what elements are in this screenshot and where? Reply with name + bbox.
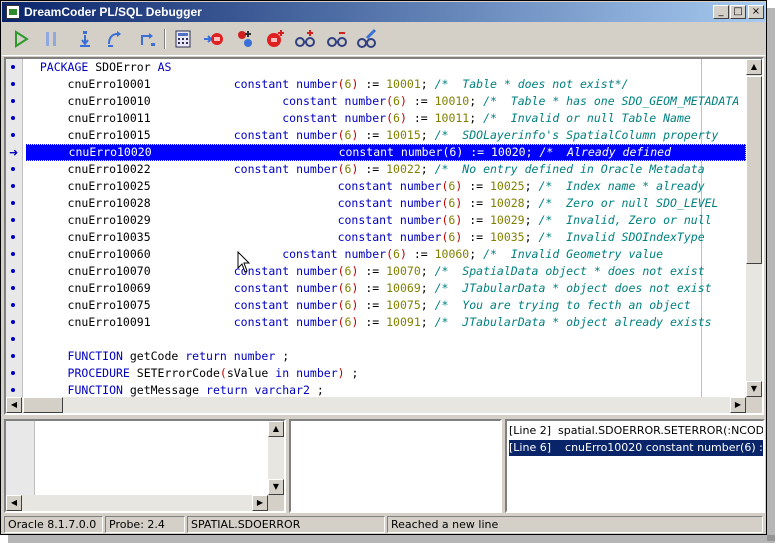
maximize-button[interactable]: □ [730, 5, 746, 19]
watch-pane[interactable] [289, 419, 502, 513]
minimize-button[interactable]: _ [713, 5, 729, 19]
call-stack-pane[interactable]: [Line 2] spatial.SDOERROR.SETERROR(:NCOD… [505, 419, 765, 513]
executable-line-dot[interactable] [11, 65, 15, 69]
variables-hscroll[interactable]: ◀ ▶ [6, 495, 268, 511]
executable-line-dot[interactable] [11, 252, 15, 256]
executable-line-dot[interactable] [11, 167, 15, 171]
scroll-up-button[interactable]: ▲ [746, 59, 762, 75]
code-line[interactable]: PACKAGE SDOError AS [26, 59, 172, 76]
title-bar: DreamCoder PL/SQL Debugger _ □ × [2, 2, 765, 22]
status-bar: Oracle 8.1.7.0.0 Probe: 2.4 SPATIAL.SDOE… [2, 515, 765, 534]
code-line[interactable]: cnuErro10015 constant number(6) := 10015… [26, 127, 719, 144]
executable-line-dot[interactable] [11, 218, 15, 222]
executable-line-dot[interactable] [11, 99, 15, 103]
close-button[interactable]: × [748, 5, 764, 19]
code-line[interactable]: FUNCTION getMessage return varchar2 ; [26, 382, 324, 397]
status-probe: Probe: 2.4 [105, 516, 185, 533]
executable-line-dot[interactable] [11, 286, 15, 290]
status-version: Oracle 8.1.7.0.0 [4, 516, 103, 533]
run-icon[interactable] [10, 28, 32, 50]
run-to-breakpoint-icon[interactable] [202, 28, 224, 50]
code-line[interactable]: cnuErro10022 constant number(6) := 10022… [26, 161, 705, 178]
current-code-line[interactable]: cnuErro10020 constant number(6) := 10020… [26, 144, 746, 161]
executable-line-dot[interactable] [11, 303, 15, 307]
code-editor[interactable]: ➜ PACKAGE SDOError AS cnuErro10001 const… [4, 57, 764, 415]
scroll-down-button[interactable]: ▼ [746, 381, 762, 397]
code-line[interactable]: cnuErro10070 constant number(6) := 10070… [26, 263, 705, 280]
executable-line-dot[interactable] [11, 235, 15, 239]
variables-scroll-right[interactable]: ▶ [252, 495, 268, 511]
code-line[interactable]: cnuErro10028 constant number(6) := 10028… [26, 195, 719, 212]
executable-line-dot[interactable] [11, 201, 15, 205]
step-into-icon[interactable] [74, 28, 96, 50]
code-line[interactable]: cnuErro10025 constant number(6) := 10025… [26, 178, 705, 195]
calculator-icon[interactable] [172, 28, 194, 50]
executable-line-dot[interactable] [11, 184, 15, 188]
remove-watch-icon[interactable] [326, 28, 348, 50]
code-area[interactable]: PACKAGE SDOError AS cnuErro10001 constan… [26, 59, 746, 397]
app-icon [6, 5, 20, 19]
pause-icon[interactable] [40, 28, 62, 50]
vertical-scrollbar[interactable]: ▲ ▼ [746, 59, 762, 397]
vertical-scroll-thumb[interactable] [746, 76, 762, 264]
executable-line-dot[interactable] [11, 354, 15, 358]
executable-line-dot[interactable] [11, 337, 15, 341]
toolbar [2, 23, 765, 56]
code-line[interactable]: PROCEDURE SETErrorCode(sValue in number)… [26, 365, 359, 382]
breakpoint-gutter[interactable]: ➜ [6, 59, 23, 409]
code-line[interactable]: FUNCTION getCode return number ; [26, 348, 290, 365]
variables-vscroll[interactable]: ▲ ▼ [268, 421, 284, 495]
code-line[interactable]: cnuErro10010 constant number(6) := 10010… [26, 93, 740, 110]
executable-line-dot[interactable] [11, 371, 15, 375]
variables-scroll-down[interactable]: ▼ [268, 479, 284, 495]
variables-scroll-left[interactable]: ◀ [6, 495, 22, 511]
debugger-window: DreamCoder PL/SQL Debugger _ □ × ➜ PACKA… [0, 0, 767, 535]
code-line[interactable]: cnuErro10060 constant number(6) := 10060… [26, 246, 664, 263]
scroll-right-button[interactable]: ▶ [730, 397, 746, 413]
executable-line-dot[interactable] [11, 320, 15, 324]
call-stack-item[interactable]: [Line 2] spatial.SDOERROR.SETERROR(:NCOD… [509, 423, 763, 439]
code-line[interactable]: cnuErro10001 constant number(6) := 10001… [26, 76, 629, 93]
add-watch-icon[interactable] [294, 28, 316, 50]
horizontal-scroll-thumb[interactable] [23, 397, 63, 413]
variables-pane[interactable]: ▲ ▼ ◀ ▶ [4, 419, 286, 513]
executable-line-dot[interactable] [11, 116, 15, 120]
step-out-icon[interactable] [136, 28, 158, 50]
mouse-cursor [237, 251, 251, 273]
code-line[interactable]: cnuErro10075 constant number(6) := 10075… [26, 297, 691, 314]
scroll-left-button[interactable]: ◀ [6, 397, 22, 413]
window-title: DreamCoder PL/SQL Debugger [24, 5, 202, 19]
executable-line-dot[interactable] [11, 269, 15, 273]
executable-line-dot[interactable] [11, 388, 15, 392]
variables-scroll-up[interactable]: ▲ [268, 421, 284, 437]
executable-line-dot[interactable] [11, 82, 15, 86]
current-line-arrow-icon: ➜ [9, 146, 19, 159]
edit-watch-icon[interactable] [356, 28, 378, 50]
code-line[interactable]: cnuErro10035 constant number(6) := 10035… [26, 229, 705, 246]
code-line[interactable]: cnuErro10069 constant number(6) := 10069… [26, 280, 712, 297]
code-line[interactable]: cnuErro10091 constant number(6) := 10091… [26, 314, 712, 331]
status-message: Reached a new line [387, 516, 763, 533]
step-over-icon[interactable] [104, 28, 126, 50]
call-stack-item-selected[interactable]: [Line 6] cnuErro10020 constant number(6)… [509, 440, 763, 456]
horizontal-scrollbar[interactable]: ◀ ▶ [6, 397, 746, 413]
code-line[interactable]: cnuErro10029 constant number(6) := 10029… [26, 212, 712, 229]
status-object: SPATIAL.SDOERROR [187, 516, 385, 533]
code-line[interactable]: cnuErro10011 constant number(6) := 10011… [26, 110, 691, 127]
add-breakpoint-icon[interactable] [264, 28, 286, 50]
executable-line-dot[interactable] [11, 133, 15, 137]
toggle-breakpoint-icon[interactable] [234, 28, 256, 50]
